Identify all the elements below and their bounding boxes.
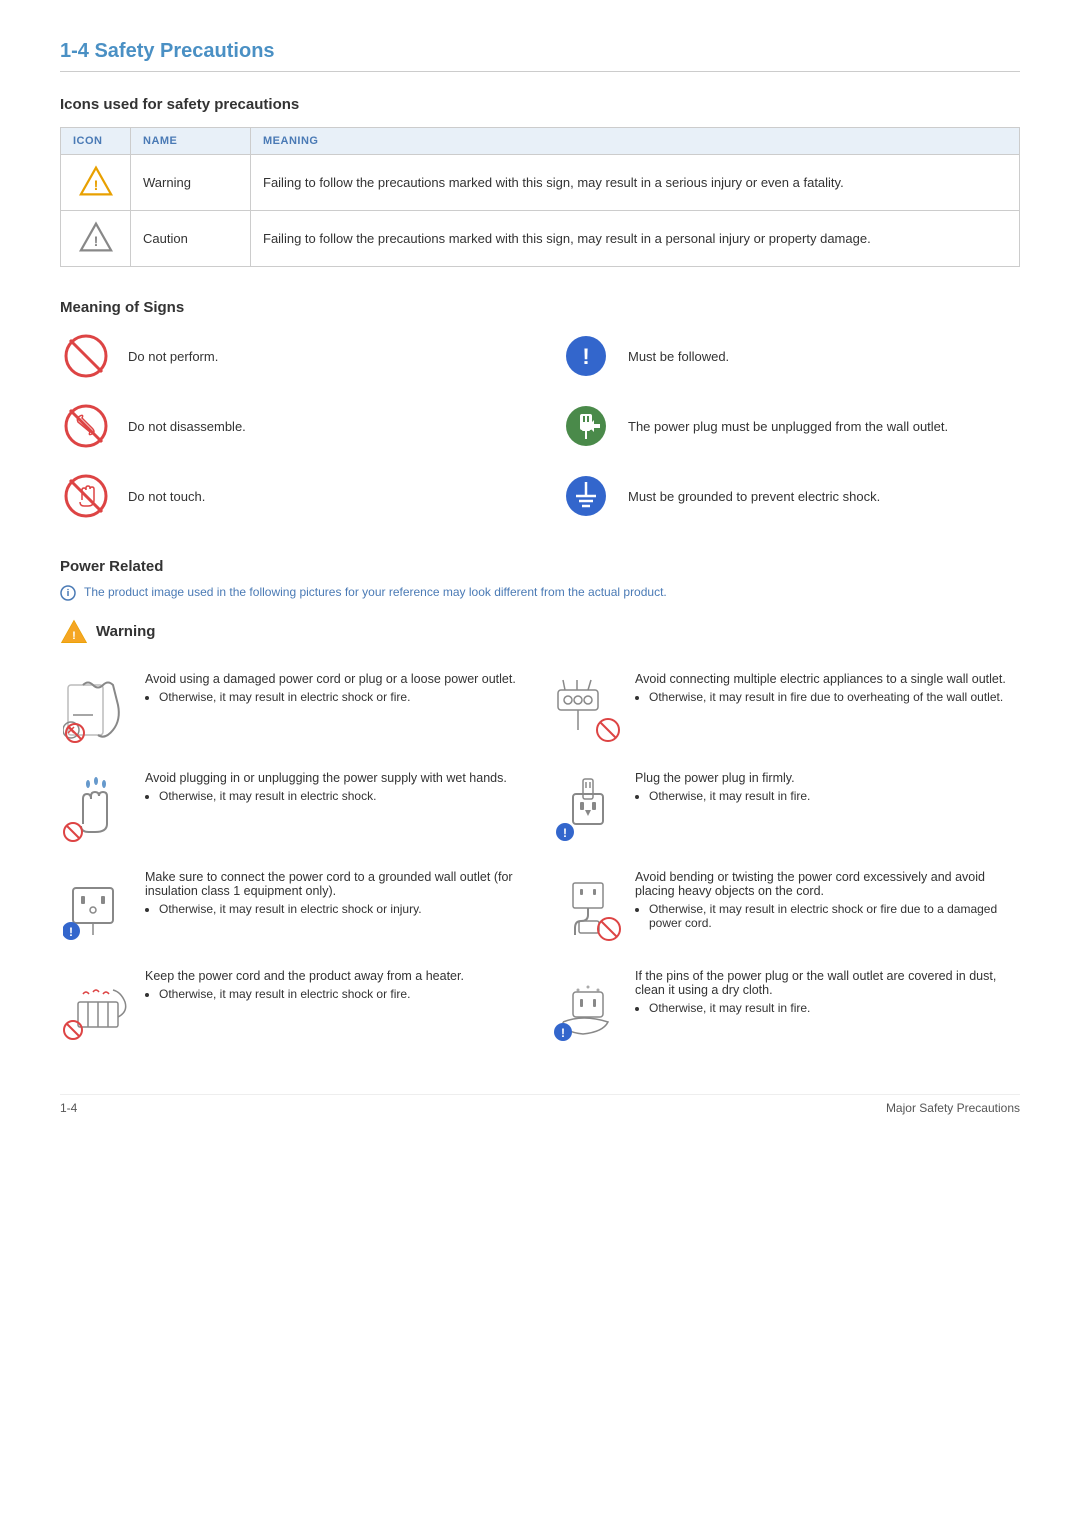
warning-header: ! Warning <box>60 619 1020 644</box>
sign-must-follow-text: Must be followed. <box>628 349 729 364</box>
warn-content-heater: Keep the power cord and the product away… <box>145 969 530 1001</box>
page-footer: 1-4 Major Safety Precautions <box>60 1094 1020 1115</box>
warn-content-multiple-appliances: Avoid connecting multiple electric appli… <box>635 672 1020 704</box>
warn-item-dusty-pins: ! If the pins of the power plug or the w… <box>550 959 1020 1054</box>
col-header-name: NAME <box>131 128 251 155</box>
sign-no-disassemble-text: Do not disassemble. <box>128 419 246 434</box>
warn-content-damaged-cord: Avoid using a damaged power cord or plug… <box>145 672 530 704</box>
sign-no-perform: Do not perform. <box>60 330 520 382</box>
sign-ground-text: Must be grounded to prevent electric sho… <box>628 489 880 504</box>
caution-meaning: Failing to follow the precautions marked… <box>251 211 1020 267</box>
sign-ground: Must be grounded to prevent electric sho… <box>560 470 1020 522</box>
sign-must-follow: ! Must be followed. <box>560 330 1020 382</box>
unplug-icon <box>560 400 612 452</box>
icons-section-title: Icons used for safety precautions <box>60 96 1020 113</box>
no-disassemble-icon <box>60 400 112 452</box>
warn-content-no-bend: Avoid bending or twisting the power cord… <box>635 870 1020 930</box>
svg-text:!: ! <box>563 826 567 840</box>
warn-item-multiple-appliances: Avoid connecting multiple electric appli… <box>550 662 1020 757</box>
warning-name: Warning <box>131 155 251 211</box>
warn-img-dusty-pins: ! <box>550 969 625 1044</box>
svg-text:!: ! <box>72 630 76 642</box>
warn-img-no-bend <box>550 870 625 945</box>
sign-no-touch: Do not touch. <box>60 470 520 522</box>
warn-bullets-grounded-outlet: Otherwise, it may result in electric sho… <box>145 902 530 916</box>
warning-label: Warning <box>96 623 155 640</box>
power-related-title: Power Related <box>60 558 1020 575</box>
svg-text:!: ! <box>561 1026 565 1040</box>
warn-item-heater: Keep the power cord and the product away… <box>60 959 530 1054</box>
warning-icon-cell: ! <box>61 155 131 211</box>
signs-grid: Do not perform. ! Must be followed. Do n… <box>60 330 1020 522</box>
svg-text:!: ! <box>93 178 98 194</box>
warn-item-no-bend: Avoid bending or twisting the power cord… <box>550 860 1020 955</box>
footer-right: Major Safety Precautions <box>886 1101 1020 1115</box>
info-note-icon <box>60 585 76 601</box>
warn-item-plug-firmly: ! Plug the power plug in firmly. Otherwi… <box>550 761 1020 856</box>
info-note: The product image used in the following … <box>60 585 1020 601</box>
caution-name: Caution <box>131 211 251 267</box>
warn-bullets-heater: Otherwise, it may result in electric sho… <box>145 987 530 1001</box>
page-title: 1-4 Safety Precautions <box>60 40 1020 72</box>
warn-img-wet-hands <box>60 771 135 846</box>
svg-text:!: ! <box>582 344 589 369</box>
warning-triangle-icon: ! <box>78 165 114 197</box>
warn-bullets-damaged-cord: Otherwise, it may result in electric sho… <box>145 690 530 704</box>
sign-no-touch-text: Do not touch. <box>128 489 205 504</box>
caution-icon-cell: ! <box>61 211 131 267</box>
ground-icon <box>560 470 612 522</box>
sign-no-disassemble: Do not disassemble. <box>60 400 520 452</box>
table-row: ! Warning Failing to follow the precauti… <box>61 155 1020 211</box>
warn-img-heater <box>60 969 135 1044</box>
warn-bullets-dusty-pins: Otherwise, it may result in fire. <box>635 1001 1020 1015</box>
table-row: ! Caution Failing to follow the precauti… <box>61 211 1020 267</box>
sign-unplug-text: The power plug must be unplugged from th… <box>628 419 948 434</box>
svg-text:!: ! <box>93 234 98 250</box>
warn-item-damaged-cord: Avoid using a damaged power cord or plug… <box>60 662 530 757</box>
footer-left: 1-4 <box>60 1101 77 1115</box>
warn-img-multiple-appliances <box>550 672 625 747</box>
warn-bullets-plug-firmly: Otherwise, it may result in fire. <box>635 789 1020 803</box>
caution-triangle-icon: ! <box>78 221 114 253</box>
sign-unplug: The power plug must be unplugged from th… <box>560 400 1020 452</box>
warn-img-plug-firmly: ! <box>550 771 625 846</box>
warn-bullets-no-bend: Otherwise, it may result in electric sho… <box>635 902 1020 930</box>
warn-content-wet-hands: Avoid plugging in or unplugging the powe… <box>145 771 530 803</box>
meaning-of-signs-title: Meaning of Signs <box>60 299 1020 316</box>
warn-bullets-multiple-appliances: Otherwise, it may result in fire due to … <box>635 690 1020 704</box>
warn-bullets-wet-hands: Otherwise, it may result in electric sho… <box>145 789 530 803</box>
warning-meaning: Failing to follow the precautions marked… <box>251 155 1020 211</box>
warning-header-icon: ! <box>60 619 88 644</box>
warn-item-grounded-outlet: ! Make sure to connect the power cord to… <box>60 860 530 955</box>
no-perform-icon <box>60 330 112 382</box>
info-note-text: The product image used in the following … <box>84 585 667 599</box>
icons-table: ICON NAME MEANING ! Warning Failing to f… <box>60 127 1020 267</box>
no-touch-icon <box>60 470 112 522</box>
warn-content-dusty-pins: If the pins of the power plug or the wal… <box>635 969 1020 1015</box>
warn-img-grounded-outlet: ! <box>60 870 135 945</box>
warn-content-grounded-outlet: Make sure to connect the power cord to a… <box>145 870 530 916</box>
warning-items-grid: Avoid using a damaged power cord or plug… <box>60 662 1020 1054</box>
must-follow-icon: ! <box>560 330 612 382</box>
warn-item-wet-hands: Avoid plugging in or unplugging the powe… <box>60 761 530 856</box>
col-header-meaning: MEANING <box>251 128 1020 155</box>
sign-no-perform-text: Do not perform. <box>128 349 218 364</box>
warn-content-plug-firmly: Plug the power plug in firmly. Otherwise… <box>635 771 1020 803</box>
svg-text:!: ! <box>69 925 73 939</box>
col-header-icon: ICON <box>61 128 131 155</box>
warn-img-damaged-cord <box>60 672 135 747</box>
